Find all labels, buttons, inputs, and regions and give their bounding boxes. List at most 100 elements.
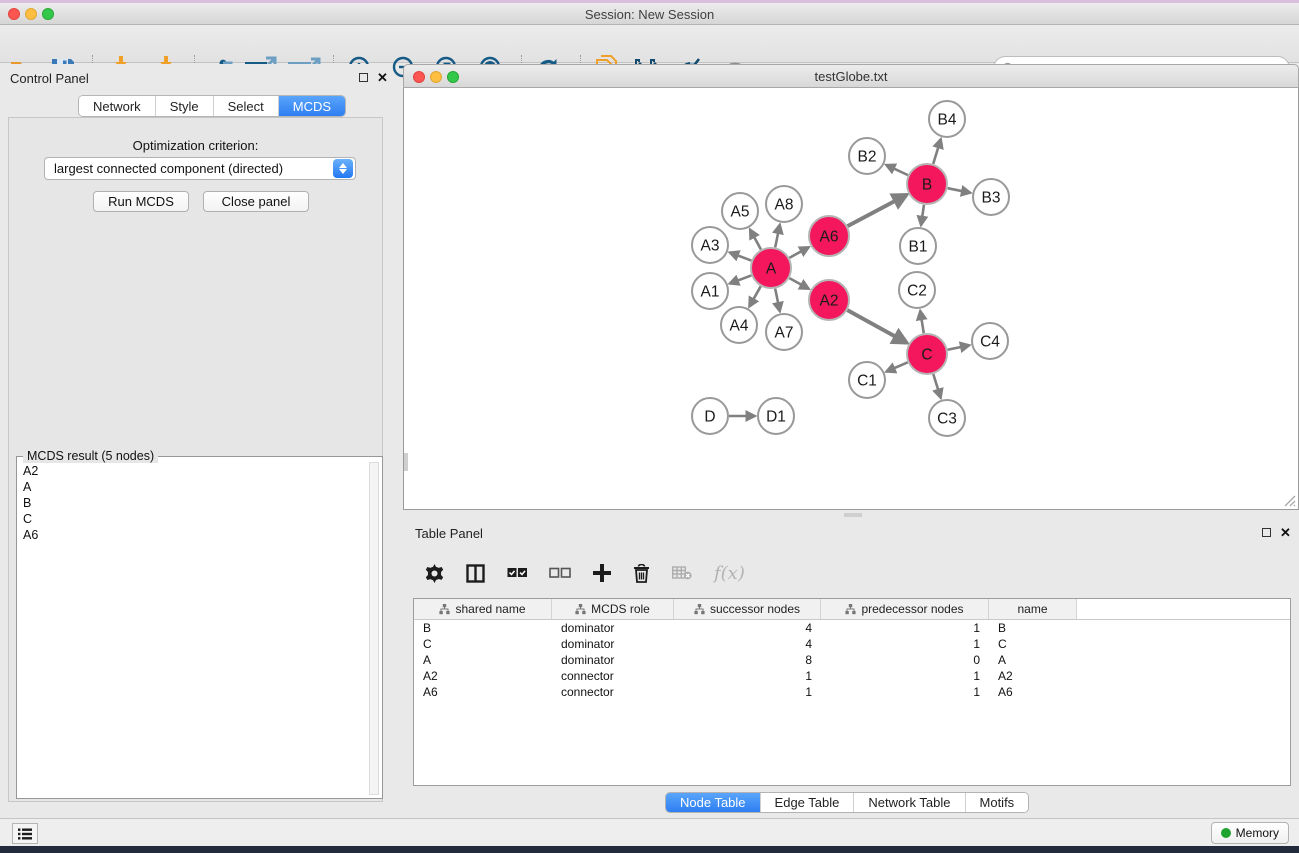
table-row[interactable]: A6connector11A6 [414, 684, 1290, 700]
node-B2[interactable]: B2 [849, 138, 885, 174]
close-panel-icon[interactable]: ✕ [377, 70, 388, 86]
table-cell[interactable]: 4 [674, 621, 821, 635]
edge-A-A5[interactable] [750, 229, 761, 249]
table-cell[interactable]: 1 [674, 669, 821, 683]
splitter-handle[interactable] [404, 453, 408, 471]
table-cell[interactable]: A [989, 653, 1077, 667]
network-canvas[interactable]: B4B2BB3B1C2A5A8A6A3AA1A2A4A7C4CC1C3DD1 [403, 88, 1299, 510]
edge-C-C1[interactable] [886, 362, 907, 371]
edge-B-B1[interactable] [921, 205, 924, 225]
table-cell[interactable]: A6 [989, 685, 1077, 699]
mcds-result-list[interactable]: A2ABCA6 [19, 463, 371, 543]
table-cell[interactable]: 1 [821, 669, 989, 683]
edge-A-A6[interactable] [789, 247, 808, 258]
column-header-successor-nodes[interactable]: successor nodes [674, 599, 821, 619]
node-C4[interactable]: C4 [972, 323, 1008, 359]
table-cell[interactable]: dominator [552, 621, 674, 635]
deselect-all-rows-icon[interactable] [549, 567, 571, 579]
table-cell[interactable]: C [414, 637, 552, 651]
edge-A2-C[interactable] [847, 310, 906, 343]
node-A6[interactable]: A6 [809, 216, 849, 256]
tab-motifs[interactable]: Motifs [966, 793, 1029, 812]
tab-network[interactable]: Network [79, 96, 156, 116]
node-A2[interactable]: A2 [809, 280, 849, 320]
node-D[interactable]: D [692, 398, 728, 434]
node-A1[interactable]: A1 [692, 273, 728, 309]
tab-edge-table[interactable]: Edge Table [761, 793, 855, 812]
table-settings-gear-icon[interactable] [425, 564, 444, 583]
edge-A-A2[interactable] [789, 278, 808, 289]
mcds-result-item[interactable]: C [19, 511, 371, 527]
edge-B-B4[interactable] [933, 139, 941, 164]
network-window-titlebar[interactable]: testGlobe.txt [403, 64, 1299, 88]
table-cell[interactable]: B [989, 621, 1077, 635]
add-column-icon[interactable] [593, 564, 611, 582]
table-cell[interactable]: dominator [552, 653, 674, 667]
node-B1[interactable]: B1 [900, 228, 936, 264]
network-graph[interactable]: B4B2BB3B1C2A5A8A6A3AA1A2A4A7C4CC1C3DD1 [405, 88, 1299, 508]
edge-A-A3[interactable] [730, 252, 752, 260]
edge-A-A4[interactable] [749, 286, 760, 306]
run-mcds-button[interactable]: Run MCDS [93, 191, 189, 212]
table-cell[interactable]: dominator [552, 637, 674, 651]
table-cell[interactable]: 1 [821, 685, 989, 699]
node-A5[interactable]: A5 [722, 193, 758, 229]
node-B3[interactable]: B3 [973, 179, 1009, 215]
edge-A6-B[interactable] [848, 195, 907, 226]
table-cell[interactable]: A [414, 653, 552, 667]
float-panel-icon[interactable] [1262, 528, 1271, 537]
node-C[interactable]: C [907, 334, 947, 374]
table-cell[interactable]: A2 [989, 669, 1077, 683]
edge-B-B2[interactable] [886, 165, 908, 175]
edge-C-C3[interactable] [933, 374, 940, 398]
node-B[interactable]: B [907, 164, 947, 204]
tab-mcds[interactable]: MCDS [279, 96, 345, 116]
edge-C-C4[interactable] [948, 345, 970, 350]
column-header-name[interactable]: name [989, 599, 1077, 619]
function-builder-icon[interactable]: f(x) [714, 563, 745, 584]
edge-B-B3[interactable] [948, 188, 971, 193]
table-row[interactable]: Adominator80A [414, 652, 1290, 668]
node-A3[interactable]: A3 [692, 227, 728, 263]
table-row[interactable]: Cdominator41C [414, 636, 1290, 652]
table-cell[interactable]: A2 [414, 669, 552, 683]
show-column-icon[interactable] [466, 564, 485, 583]
node-C3[interactable]: C3 [929, 400, 965, 436]
edge-C-C2[interactable] [920, 311, 924, 334]
node-A[interactable]: A [751, 248, 791, 288]
node-A8[interactable]: A8 [766, 186, 802, 222]
optimization-criterion-dropdown[interactable]: largest connected component (directed) [44, 157, 356, 180]
float-panel-icon[interactable] [359, 73, 368, 82]
close-panel-button[interactable]: Close panel [203, 191, 309, 212]
table-cell[interactable]: 1 [821, 621, 989, 635]
table-row[interactable]: Bdominator41B [414, 620, 1290, 636]
edge-A-A8[interactable] [775, 225, 780, 248]
edge-A-A7[interactable] [775, 289, 780, 312]
node-D1[interactable]: D1 [758, 398, 794, 434]
table-cell[interactable]: C [989, 637, 1077, 651]
column-header-shared-name[interactable]: shared name [414, 599, 552, 619]
node-C1[interactable]: C1 [849, 362, 885, 398]
node-table[interactable]: shared nameMCDS rolesuccessor nodesprede… [413, 598, 1291, 786]
mcds-list-scrollbar[interactable] [369, 462, 379, 795]
select-all-rows-icon[interactable] [507, 567, 527, 579]
column-header-MCDS-role[interactable]: MCDS role [552, 599, 674, 619]
table-cell[interactable]: B [414, 621, 552, 635]
tab-node-table[interactable]: Node Table [666, 793, 761, 812]
tab-select[interactable]: Select [214, 96, 279, 116]
delete-table-icon[interactable] [672, 566, 692, 580]
mcds-result-item[interactable]: A6 [19, 527, 371, 543]
node-A7[interactable]: A7 [766, 314, 802, 350]
table-cell[interactable]: 1 [821, 637, 989, 651]
tab-network-table[interactable]: Network Table [854, 793, 965, 812]
mcds-result-item[interactable]: A [19, 479, 371, 495]
tab-style[interactable]: Style [156, 96, 214, 116]
mcds-result-item[interactable]: B [19, 495, 371, 511]
window-resize-grip[interactable] [1283, 494, 1296, 507]
column-header-predecessor-nodes[interactable]: predecessor nodes [821, 599, 989, 619]
close-panel-icon[interactable]: ✕ [1280, 525, 1291, 541]
splitter-handle[interactable] [844, 513, 862, 517]
node-B4[interactable]: B4 [929, 101, 965, 137]
node-A4[interactable]: A4 [721, 307, 757, 343]
table-cell[interactable]: 0 [821, 653, 989, 667]
